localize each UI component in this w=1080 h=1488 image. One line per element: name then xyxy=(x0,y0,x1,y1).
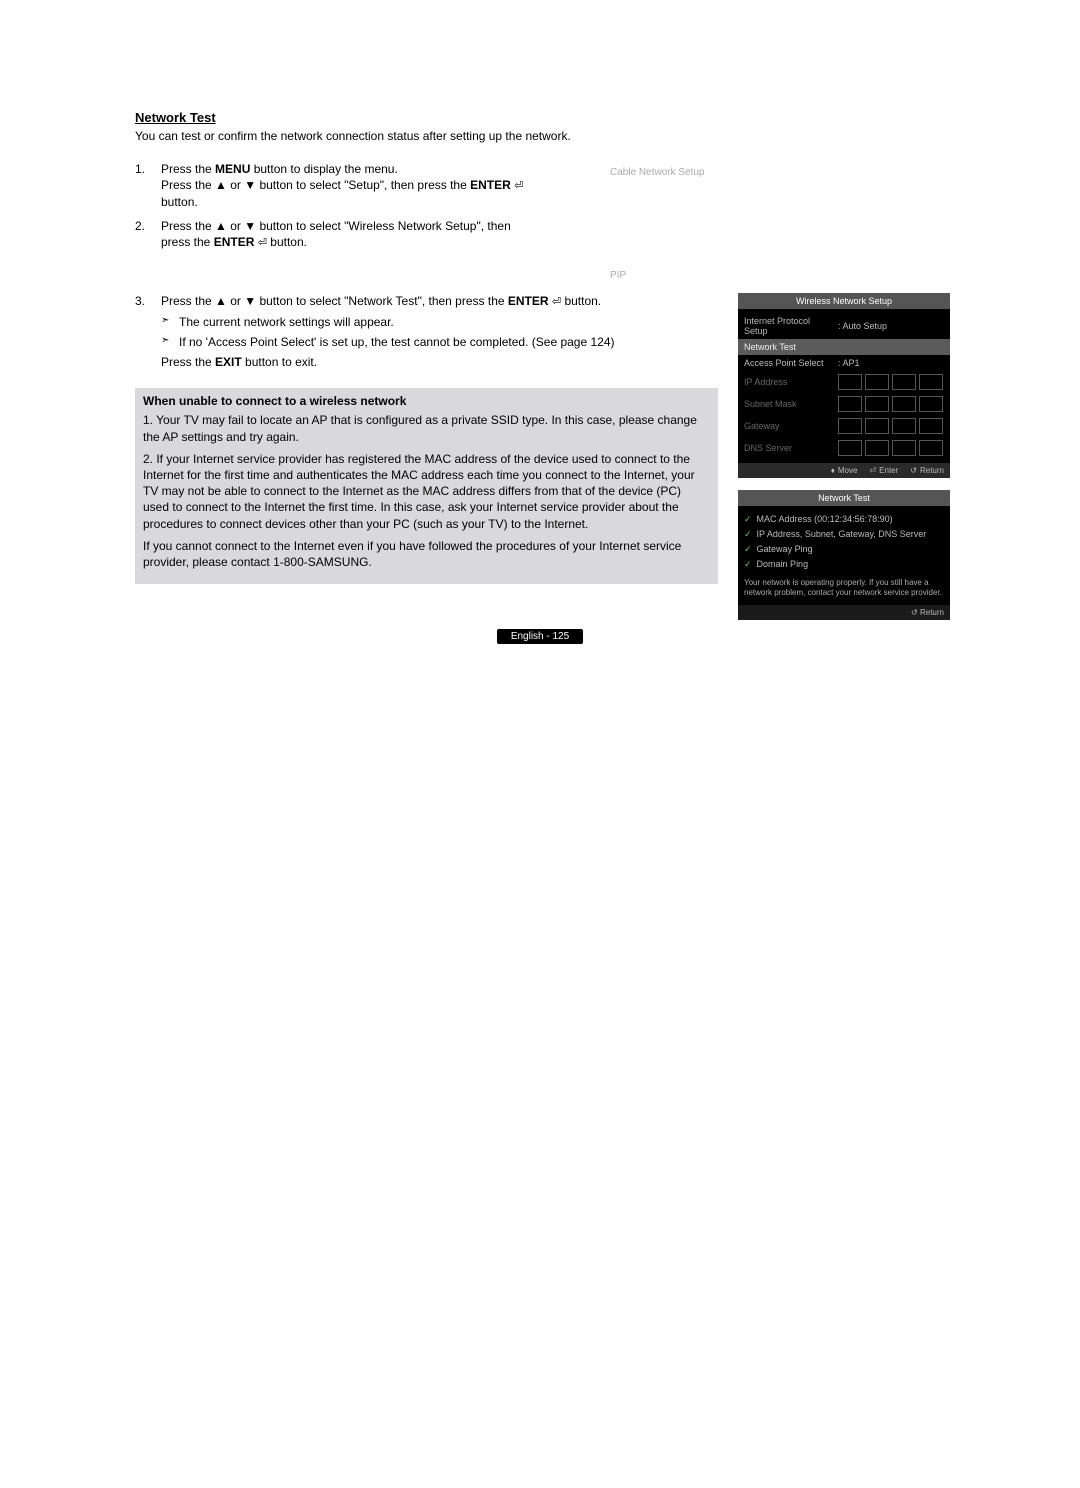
sub-bullet: If no 'Access Point Select' is set up, t… xyxy=(161,334,615,350)
enter-icon: ⏎ xyxy=(258,236,267,251)
faded-pip-label: PIP xyxy=(610,270,950,281)
osd-row-aps[interactable]: Access Point Select : AP1 xyxy=(744,355,944,371)
osd-row-subnet: Subnet Mask xyxy=(744,393,944,415)
faded-cable-label: Cable Network Setup xyxy=(610,167,950,178)
enter-icon: ⏎ xyxy=(552,295,561,310)
test-item-dping: Domain Ping xyxy=(744,557,944,572)
troubleshoot-box: When unable to connect to a wireless net… xyxy=(135,388,718,584)
faded-menu-hints: Cable Network Setup PIP xyxy=(560,161,950,281)
troubleshoot-p1: 1. Your TV may fail to locate an AP that… xyxy=(143,412,710,444)
osd-row-dns: DNS Server xyxy=(744,437,944,459)
osd-row-ips[interactable]: Internet Protocol Setup : Auto Setup xyxy=(744,313,944,339)
test-message: Your network is operating properly. If y… xyxy=(744,574,944,601)
step-number: 1. xyxy=(135,161,161,210)
troubleshoot-p3: If you cannot connect to the Internet ev… xyxy=(143,538,710,570)
osd-wireless-setup: Wireless Network Setup Internet Protocol… xyxy=(738,293,950,478)
sub-bullet: The current network settings will appear… xyxy=(161,314,615,330)
osd-footer-move: Move xyxy=(831,466,858,475)
osd-test-title: Network Test xyxy=(738,490,950,506)
step-number: 2. xyxy=(135,218,161,251)
test-item-ip: IP Address, Subnet, Gateway, DNS Server xyxy=(744,527,944,542)
osd-row-ip: IP Address xyxy=(744,371,944,393)
osd-footer-return: Return xyxy=(910,466,944,475)
section-heading: Network Test xyxy=(135,110,950,125)
step-number: 3. xyxy=(135,293,161,370)
step-text: Press the ▲ or ▼ button to select "Netwo… xyxy=(161,293,615,370)
page-footer: English - 125 xyxy=(0,628,1080,642)
intro-text: You can test or confirm the network conn… xyxy=(135,129,950,143)
osd-row-gateway: Gateway xyxy=(744,415,944,437)
osd-row-network-test[interactable]: Network Test xyxy=(738,339,950,355)
troubleshoot-title: When unable to connect to a wireless net… xyxy=(143,394,710,408)
step-text: Press the MENU button to display the men… xyxy=(161,161,530,210)
enter-icon: ⏎ xyxy=(514,179,523,194)
test-item-mac: MAC Address (00:12:34:56:78:90) xyxy=(744,512,944,527)
osd-setup-title: Wireless Network Setup xyxy=(738,293,950,309)
step-text: Press the ▲ or ▼ button to select "Wirel… xyxy=(161,218,530,251)
osd-test-footer-return: Return xyxy=(738,605,950,620)
test-item-gping: Gateway Ping xyxy=(744,542,944,557)
osd-footer-enter: Enter xyxy=(869,466,898,475)
osd-network-test: Network Test MAC Address (00:12:34:56:78… xyxy=(738,490,950,620)
troubleshoot-p2: 2. If your Internet service provider has… xyxy=(143,451,710,532)
